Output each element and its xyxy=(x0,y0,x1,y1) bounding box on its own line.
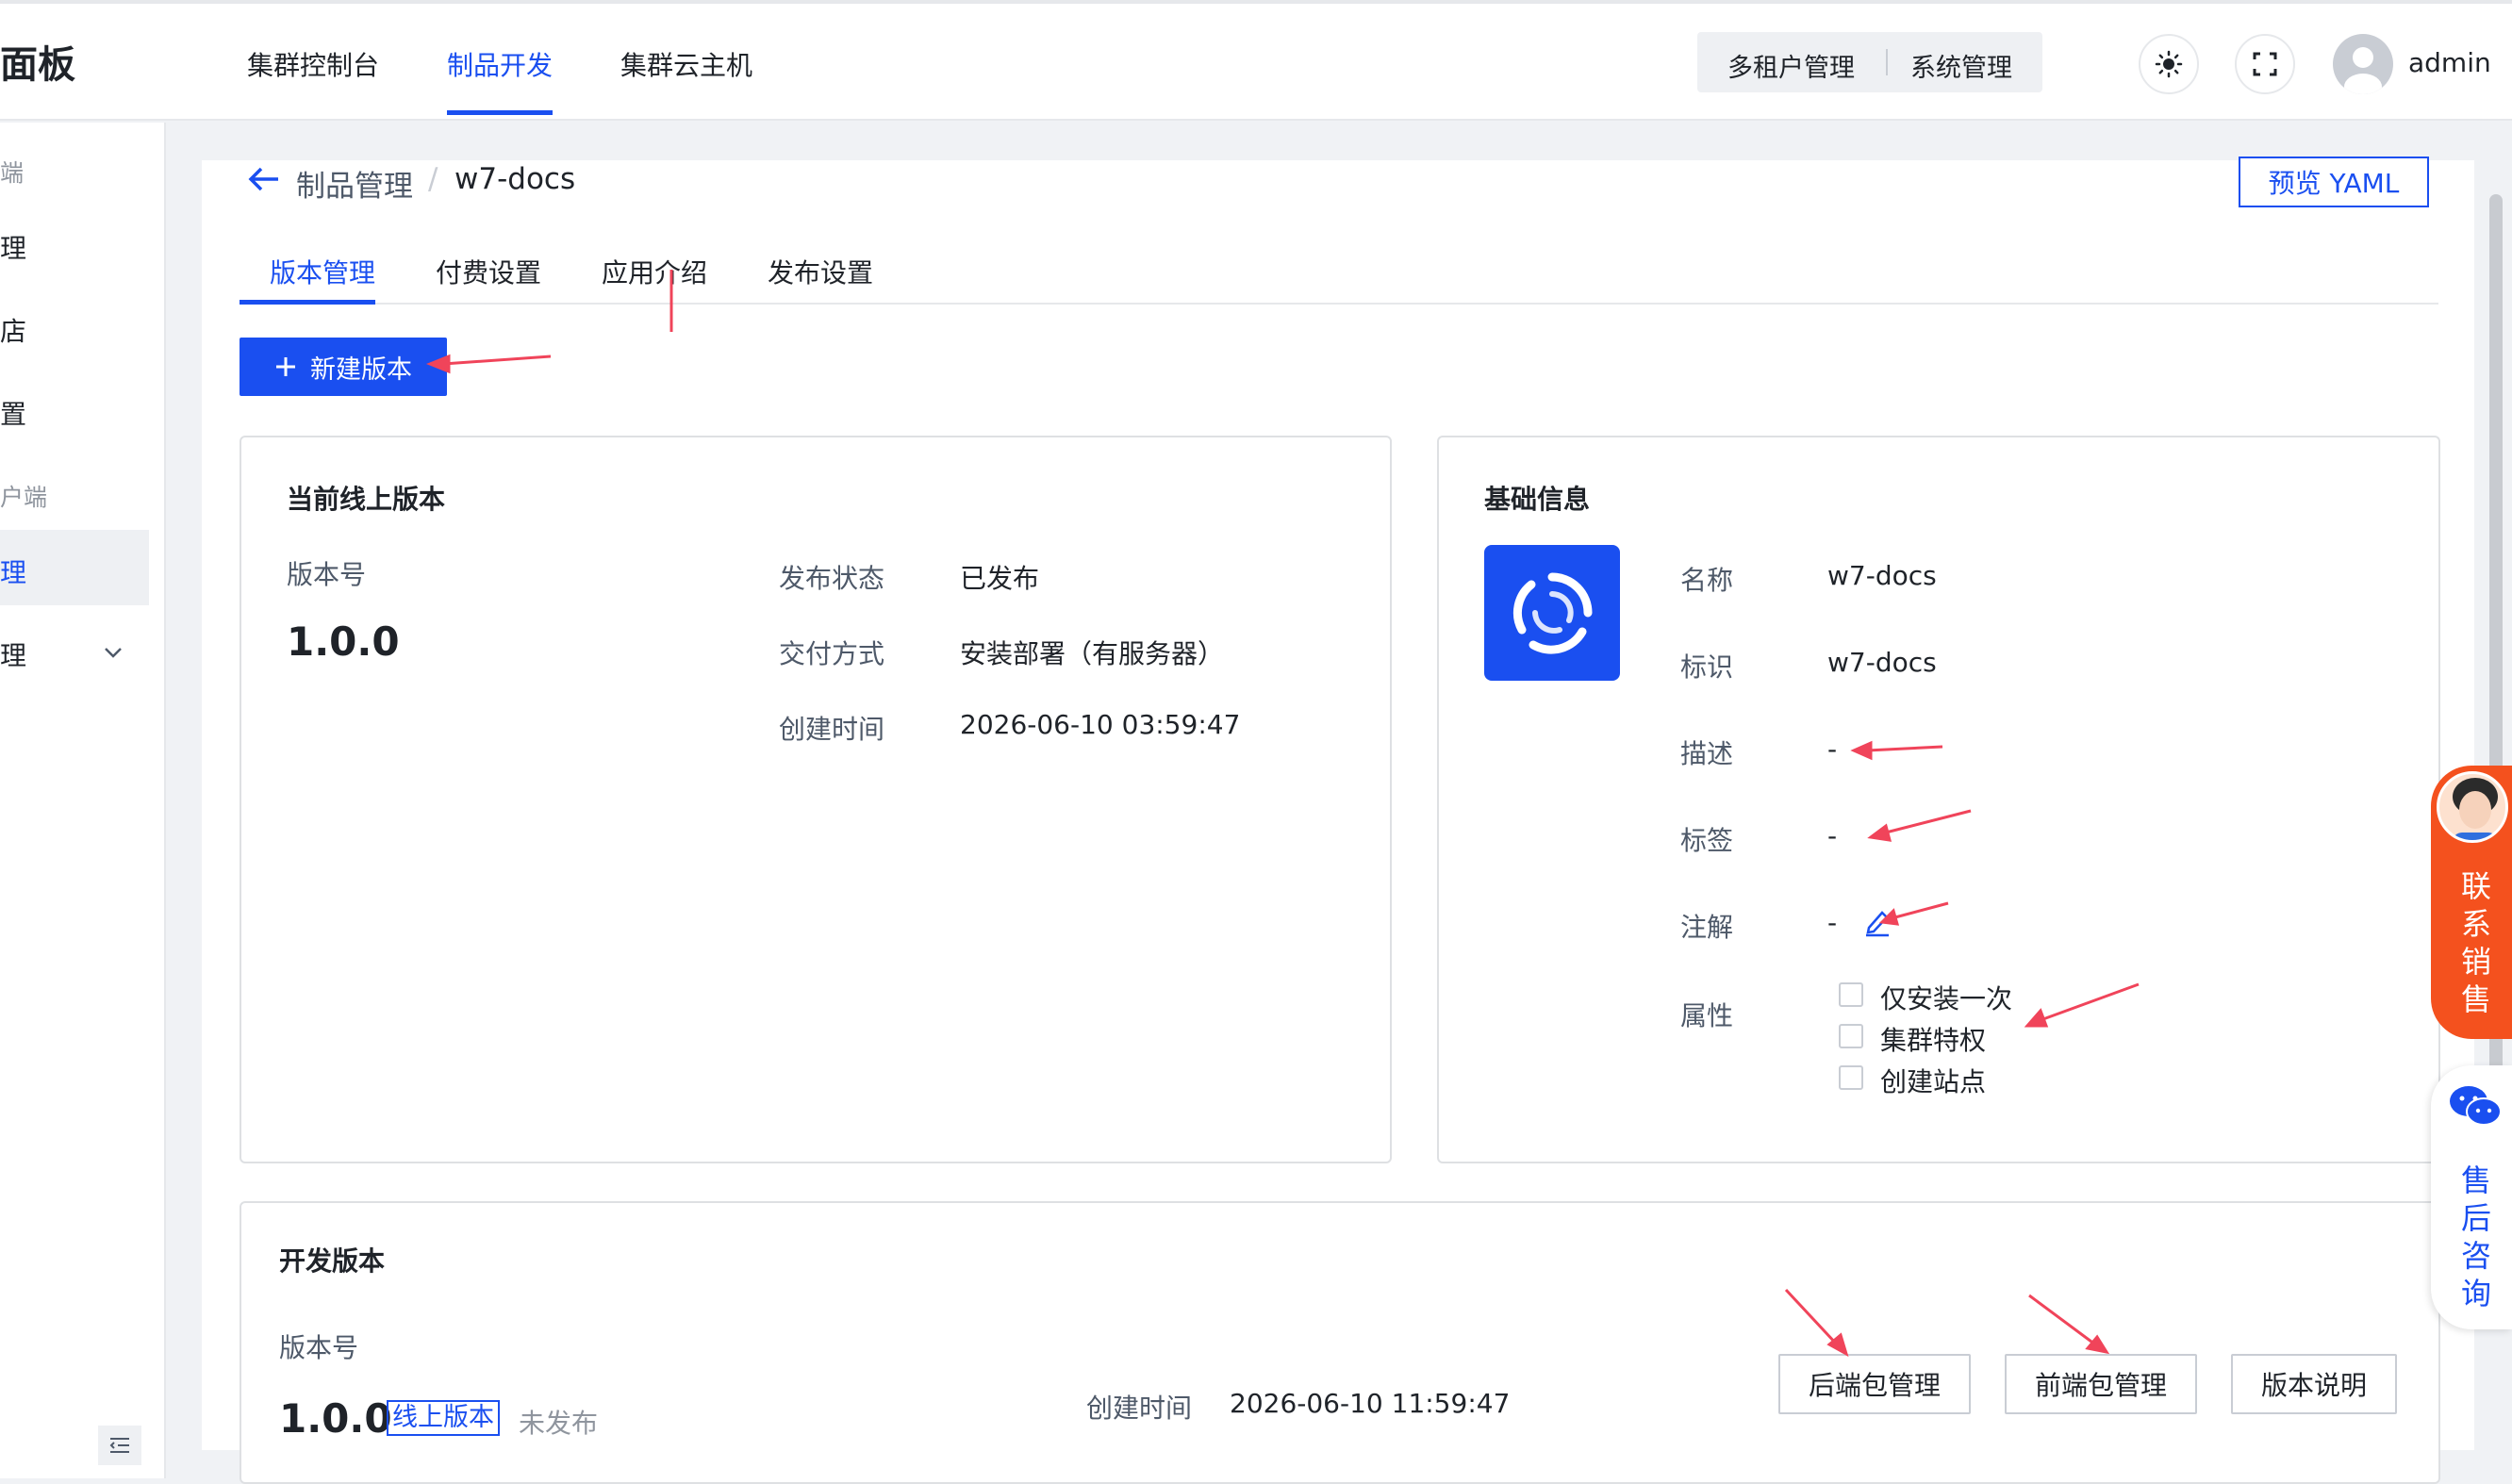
contact-sales-char: 售 xyxy=(2460,981,2491,1017)
after-sales-char: 询 xyxy=(2460,1276,2491,1311)
contact-sales-char: 系 xyxy=(2460,906,2491,942)
contact-sales-char: 联 xyxy=(2460,868,2491,904)
contact-sales-char: 销 xyxy=(2460,944,2491,980)
wechat-icon xyxy=(2450,1086,2502,1126)
after-sales-char: 咨 xyxy=(2460,1238,2491,1274)
after-sales-char: 售 xyxy=(2460,1162,2491,1198)
after-sales-char: 后 xyxy=(2460,1200,2491,1236)
annotation-arrows xyxy=(425,270,2140,1358)
agent-avatar xyxy=(2437,771,2508,843)
